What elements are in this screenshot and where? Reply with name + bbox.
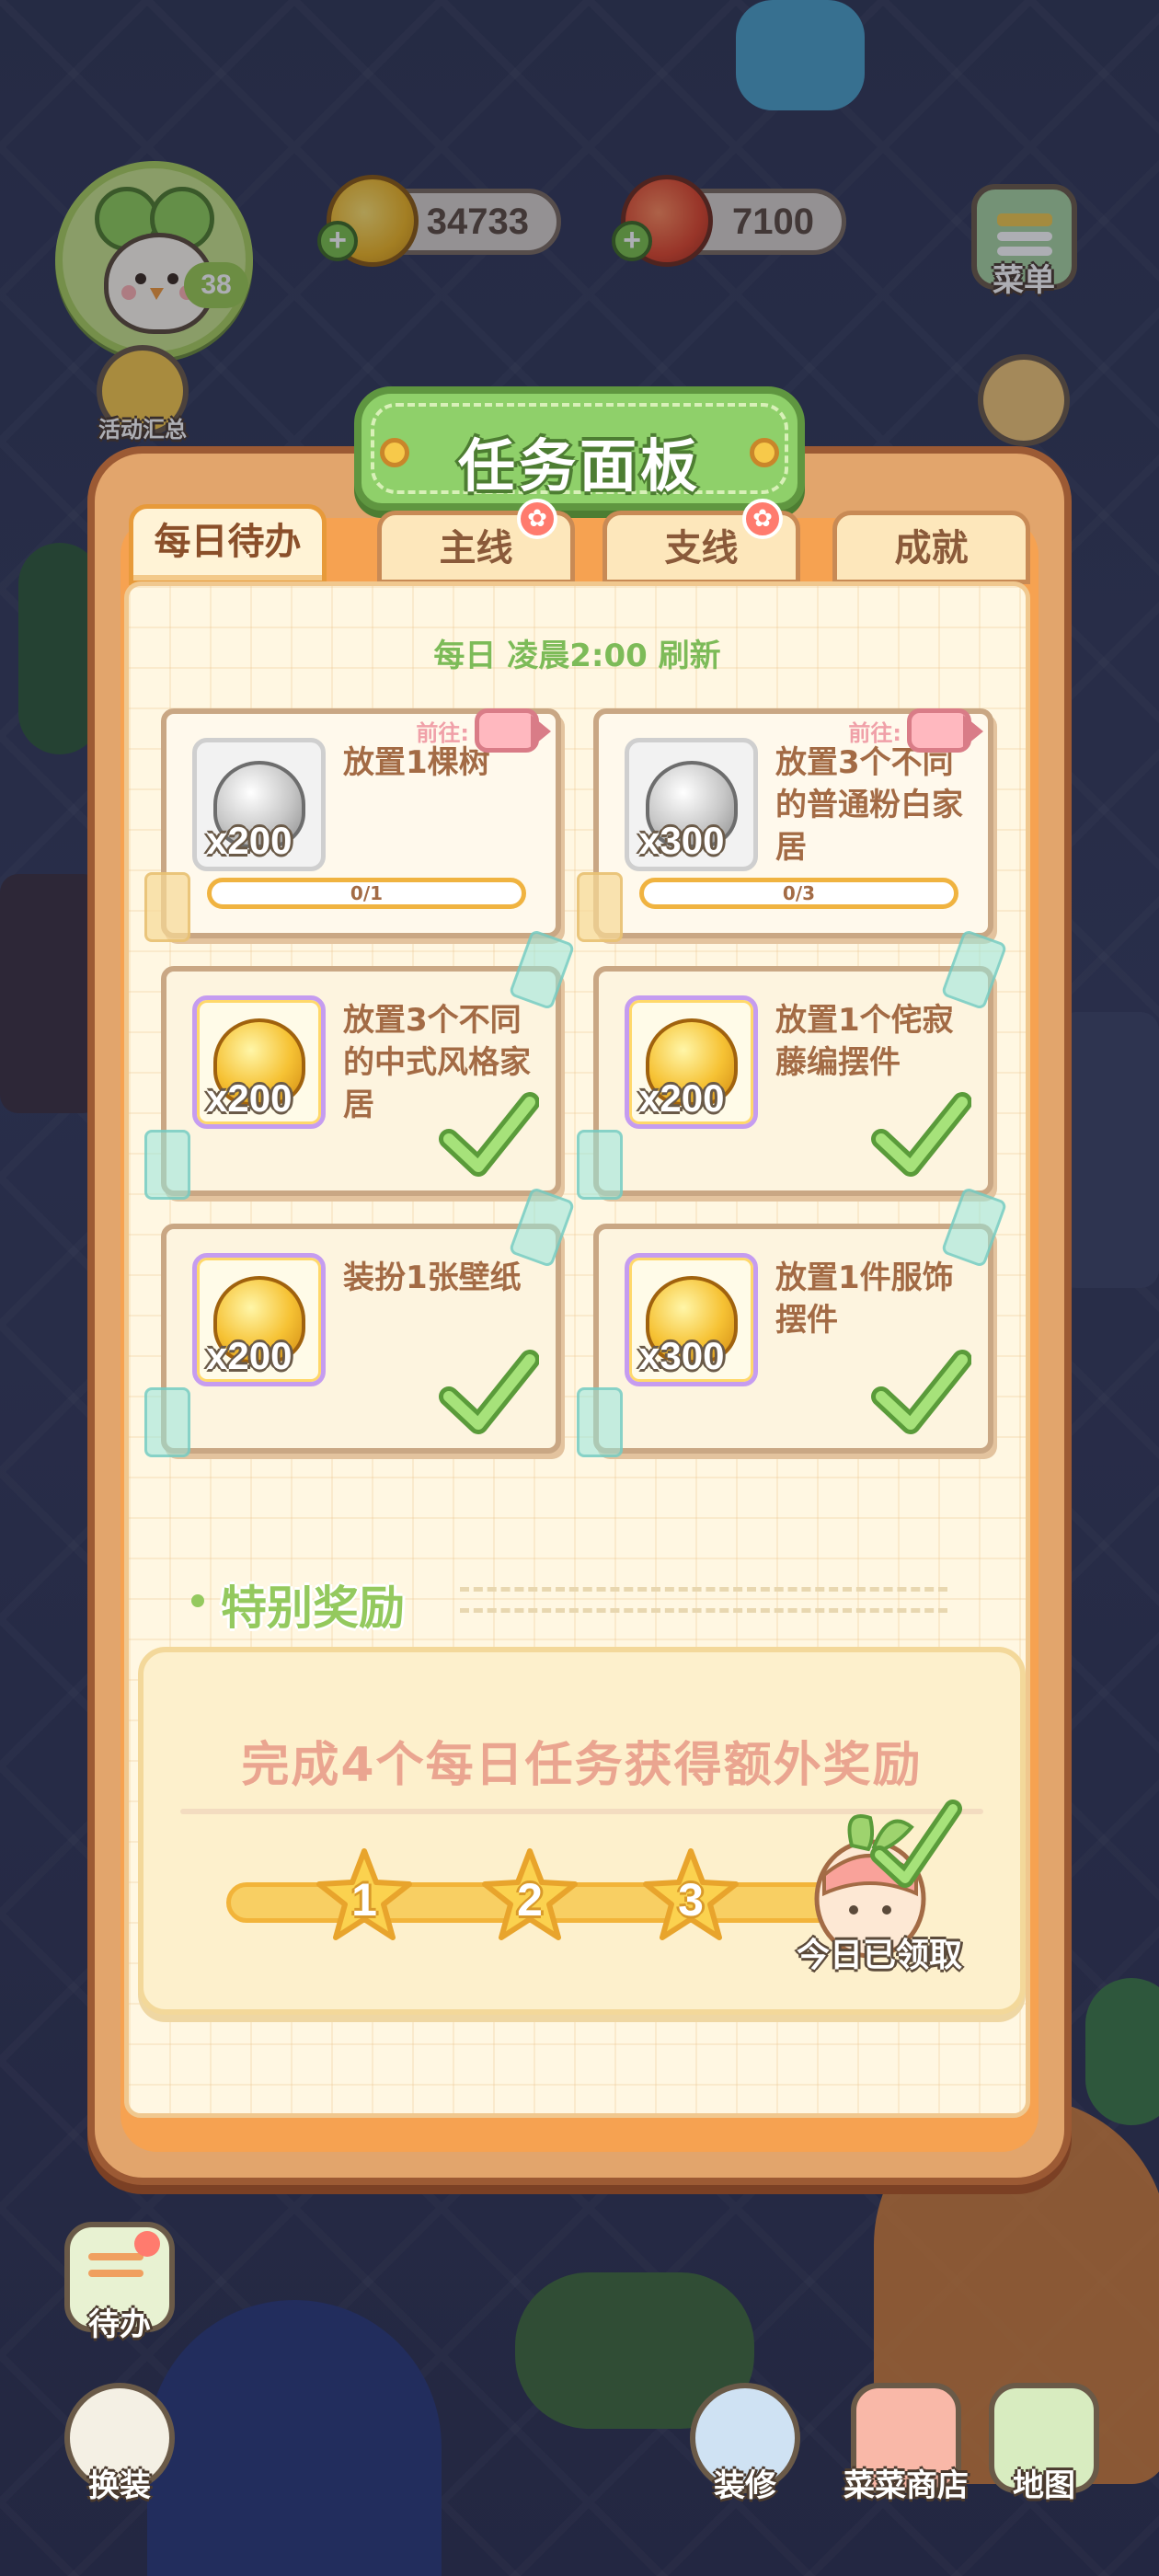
milestone-star-1: 1 <box>314 1846 415 1947</box>
tab-side-quest[interactable]: 支线 ✿ <box>602 499 800 584</box>
tab-achievements-label: 成就 <box>894 527 969 569</box>
tab-side-quest-badge-icon: ✿ <box>742 499 783 539</box>
completed-check-icon <box>871 1350 971 1434</box>
decorate-nav-button[interactable]: 装修 <box>676 2383 814 2505</box>
milestone-number-1: 1 <box>351 1874 377 1926</box>
dressup-label: 换装 <box>88 2467 151 2504</box>
task-reward-1: x200 <box>192 738 326 871</box>
task-panel-title: 任务面板 <box>457 432 701 500</box>
task-panel-title-plate: 任务面板 <box>354 386 805 511</box>
task-reward-2: x300 <box>625 738 758 871</box>
task-reward-amount-4: x200 <box>638 1076 725 1120</box>
special-reward-progress-bar: 1 2 3 <box>226 1848 870 1940</box>
milestone-star-2: 2 <box>479 1846 580 1947</box>
tape-icon <box>577 1387 623 1457</box>
goto-label-1: 前往: <box>416 719 469 746</box>
todo-nav-button[interactable]: 待办 <box>51 2222 189 2344</box>
task-card-6[interactable]: x300 放置1件服饰摆件 <box>577 1186 1008 1457</box>
task-reward-4: x200 <box>625 995 758 1129</box>
task-card-3[interactable]: x200 放置3个不同的中式风格家居 <box>144 928 576 1200</box>
special-reward-divider <box>460 1587 947 1613</box>
task-progress-text-1: 0/1 <box>350 882 384 904</box>
milestone-star-3: 3 <box>640 1846 741 1947</box>
task-reward-6: x300 <box>625 1253 758 1386</box>
tab-achievements[interactable]: 成就 <box>832 511 1030 584</box>
todo-label: 待办 <box>88 2306 151 2343</box>
task-goto-button-2[interactable]: 前往: <box>848 708 983 753</box>
task-goto-button-1[interactable]: 前往: <box>416 708 551 753</box>
task-progress-bar-2: 0/3 <box>639 878 958 909</box>
task-reward-5: x200 <box>192 1253 326 1386</box>
goto-label-2: 前往: <box>848 719 901 746</box>
special-reward-title: 特别奖励 <box>221 1581 405 1635</box>
tab-main-quest-badge-icon: ✿ <box>517 499 557 539</box>
task-card-4[interactable]: x200 放置1个侘寂藤编摆件 <box>577 928 1008 1200</box>
claimed-today-label: 今日已领取 <box>796 1937 962 1974</box>
task-description-2: 放置3个不同的普通粉白家居 <box>775 744 963 866</box>
tab-main-quest-label: 主线 <box>439 527 513 569</box>
dressup-nav-button[interactable]: 换装 <box>51 2383 189 2505</box>
map-nav-button[interactable]: 地图 <box>975 2383 1113 2505</box>
task-description-6: 放置1件服饰摆件 <box>775 1259 954 1339</box>
decorate-label: 装修 <box>714 2467 776 2504</box>
tab-side-quest-label: 支线 <box>664 527 739 569</box>
shop-nav-button[interactable]: 菜菜商店 <box>819 2383 993 2505</box>
tab-main-quest[interactable]: 主线 ✿ <box>377 499 575 584</box>
tape-icon <box>144 1130 190 1200</box>
section-bullet-icon <box>191 1594 204 1607</box>
completed-check-icon <box>439 1350 539 1434</box>
milestone-number-3: 3 <box>678 1874 704 1926</box>
tab-daily-todo-label: 每日待办 <box>154 521 302 563</box>
tab-daily-todo[interactable]: 每日待办 <box>129 504 327 585</box>
task-reward-amount-3: x200 <box>206 1076 293 1120</box>
task-card-5[interactable]: x200 装扮1张壁纸 <box>144 1186 576 1457</box>
task-description-5: 装扮1张壁纸 <box>343 1259 522 1296</box>
task-progress-bar-1: 0/1 <box>207 878 526 909</box>
task-reward-amount-5: x200 <box>206 1334 293 1377</box>
task-card-2[interactable]: x300 放置3个不同的普通粉白家居 0/3 前往: <box>577 708 993 942</box>
map-label: 地图 <box>1013 2467 1075 2504</box>
tape-icon <box>577 1130 623 1200</box>
tape-icon <box>144 1387 190 1457</box>
special-reward-text: 完成4个每日任务获得额外奖励 <box>241 1738 923 1793</box>
shop-label: 菜菜商店 <box>843 2467 969 2504</box>
goto-arrow-icon <box>907 708 983 753</box>
completed-check-icon <box>871 1092 971 1177</box>
task-reward-amount-1: x200 <box>206 819 293 862</box>
completed-check-icon <box>439 1092 539 1177</box>
task-reward-amount-6: x300 <box>638 1334 725 1377</box>
goto-arrow-icon <box>475 708 551 753</box>
refresh-note: 每日 凌晨2:00 刷新 <box>433 638 721 674</box>
tape-icon <box>144 872 190 942</box>
task-description-4: 放置1个侘寂藤编摆件 <box>775 1002 954 1081</box>
task-card-1[interactable]: x200 放置1棵树 0/1 前往: <box>144 708 561 942</box>
task-reward-amount-2: x300 <box>638 819 725 862</box>
milestone-number-2: 2 <box>517 1874 543 1926</box>
tape-icon <box>577 872 623 942</box>
special-reward-box: 完成4个每日任务获得额外奖励 1 2 3 今日已领取 <box>138 1647 1026 2015</box>
task-progress-text-2: 0/3 <box>782 882 816 904</box>
task-reward-3: x200 <box>192 995 326 1129</box>
